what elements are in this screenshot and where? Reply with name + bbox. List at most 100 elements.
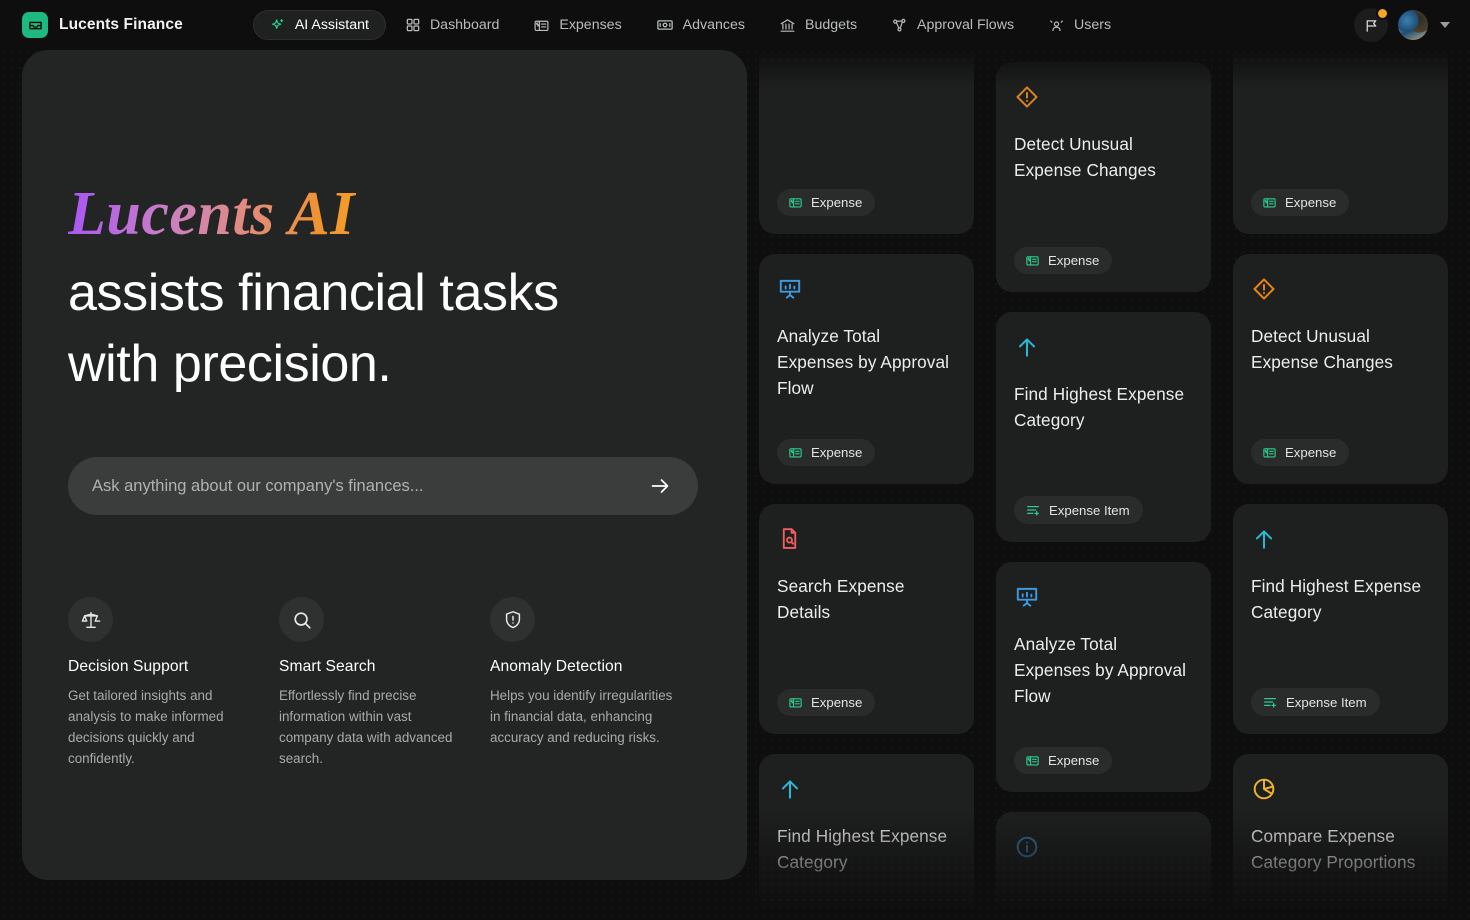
suggestion-card[interactable]: Find Highest Expense Category Expense It… — [1233, 504, 1448, 734]
feature-smart-search: Smart Search Effortlessly find precise i… — [279, 597, 490, 770]
badge-label: Expense — [811, 695, 863, 710]
alert-diamond-icon — [1251, 276, 1430, 302]
receipt-icon — [533, 17, 550, 34]
suggestion-cards-area: Expense Analyze Total Expenses by Approv… — [747, 50, 1470, 920]
receipt-icon — [1026, 256, 1039, 266]
nav-item-dashboard[interactable]: Dashboard — [390, 10, 514, 40]
status-badge: Expense — [1014, 247, 1113, 274]
hero-line-1: assists financial tasks — [68, 263, 559, 322]
feature-decision-support: Decision Support Get tailored insights a… — [68, 597, 279, 770]
topbar-actions — [1354, 7, 1456, 42]
app-root: Lucents Finance AI Assistant Dashboard E… — [0, 0, 1470, 920]
receipt-icon — [1026, 756, 1039, 766]
grid-icon — [405, 17, 421, 33]
search-input[interactable] — [92, 476, 644, 496]
alert-diamond-icon — [1014, 84, 1193, 110]
suggestion-card[interactable]: Analyze Total Expenses by Approval Flow … — [759, 254, 974, 484]
card-spacer — [777, 876, 956, 920]
suggestion-card[interactable] — [996, 812, 1211, 920]
sparkle-icon — [270, 17, 286, 33]
status-badge: Expense Item — [1014, 496, 1143, 524]
card-spacer — [1251, 876, 1430, 920]
shield-alert-icon — [490, 597, 535, 643]
notifications-button[interactable] — [1354, 7, 1389, 42]
card-icon — [777, 50, 956, 52]
suggestion-card[interactable]: Compare Expense Category Proportions — [1233, 754, 1448, 920]
receipt-icon — [789, 198, 802, 208]
nav-item-ai-assistant[interactable]: AI Assistant — [252, 10, 386, 40]
suggestion-card[interactable]: Detect Unusual Expense Changes Expense — [996, 62, 1211, 292]
suggestion-card[interactable]: Expense — [1233, 50, 1448, 234]
feature-description: Effortlessly find precise information wi… — [279, 688, 453, 766]
presentation-chart-icon — [1014, 584, 1193, 610]
top-navigation-bar: Lucents Finance AI Assistant Dashboard E… — [0, 0, 1470, 50]
card-spacer — [777, 401, 956, 439]
hero-brand-text: Lucents AI — [68, 172, 701, 258]
suggestion-card[interactable]: Find Highest Expense Category Expense It… — [996, 312, 1211, 542]
card-spacer — [1014, 882, 1193, 920]
banknote-icon — [656, 16, 674, 34]
card-title: Find Highest Expense Category — [1014, 384, 1185, 430]
badge-label: Expense Item — [1286, 694, 1367, 710]
nav-item-users[interactable]: Users — [1033, 10, 1126, 41]
receipt-icon — [789, 698, 802, 708]
card-title: Analyze Total Expenses by Approval Flow — [1014, 634, 1187, 706]
page-title: Lucents AI assists financial tasks with … — [68, 172, 701, 401]
receipt-icon — [789, 448, 802, 458]
status-badge: Expense — [777, 689, 876, 716]
nav-label: Dashboard — [429, 17, 500, 33]
feature-description: Helps you identify irregularities in fin… — [490, 688, 673, 745]
file-search-icon — [777, 526, 956, 552]
suggestion-column-1: Expense Analyze Total Expenses by Approv… — [759, 50, 974, 920]
suggestion-card[interactable]: Search Expense Details Expense — [759, 504, 974, 734]
card-spacer — [1014, 709, 1193, 747]
card-icon — [1251, 50, 1430, 52]
search-icon — [279, 597, 324, 643]
nav-label: Users — [1074, 17, 1112, 33]
nav-item-advances[interactable]: Advances — [641, 9, 760, 41]
presentation-chart-icon — [777, 276, 956, 302]
receipt-icon — [1263, 448, 1276, 458]
suggestion-card[interactable]: Detect Unusual Expense Changes Expense — [1233, 254, 1448, 484]
hero-line-2: with precision. — [68, 335, 392, 394]
suggestion-columns: Expense Analyze Total Expenses by Approv… — [759, 50, 1470, 920]
card-title: Detect Unusual Expense Changes — [1251, 326, 1393, 372]
nav-item-budgets[interactable]: Budgets — [764, 10, 872, 41]
nav-label: Budgets — [804, 17, 858, 33]
badge-label: Expense — [1285, 445, 1337, 460]
feature-anomaly-detection: Anomaly Detection Helps you identify irr… — [490, 597, 701, 770]
badge-label: Expense — [811, 195, 863, 210]
avatar[interactable] — [1398, 10, 1428, 40]
card-spacer — [1014, 184, 1193, 247]
nav-label: Approval Flows — [917, 17, 1015, 33]
card-title: Search Expense Details — [777, 576, 905, 622]
feature-title: Anomaly Detection — [490, 658, 623, 676]
ai-search-bar[interactable] — [68, 457, 698, 516]
arrow-right-icon — [651, 479, 669, 493]
nav-item-approval-flows[interactable]: Approval Flows — [876, 10, 1029, 41]
suggestion-card[interactable]: Expense — [759, 50, 974, 234]
suggestion-card[interactable]: Find Highest Expense Category — [759, 754, 974, 920]
card-spacer — [777, 626, 956, 689]
main-content: Lucents AI assists financial tasks with … — [0, 50, 1470, 920]
badge-label: Expense — [1048, 253, 1100, 268]
card-title: Find Highest Expense Category — [1251, 576, 1422, 622]
brand-name: Lucents Finance — [59, 16, 183, 33]
bank-icon — [779, 17, 796, 34]
brand[interactable]: Lucents Finance — [22, 12, 183, 38]
suggestion-card[interactable]: Analyze Total Expenses by Approval Flow … — [996, 562, 1211, 792]
status-badge: Expense — [1014, 747, 1113, 774]
badge-label: Expense — [1048, 753, 1100, 768]
card-spacer — [777, 74, 956, 189]
card-title: Analyze Total Expenses by Approval Flow — [777, 326, 950, 398]
chevron-down-icon[interactable] — [1440, 22, 1450, 28]
notification-badge-dot — [1376, 7, 1389, 20]
nav-item-expenses[interactable]: Expenses — [518, 10, 636, 41]
feature-title: Decision Support — [68, 658, 189, 676]
submit-query-button[interactable] — [644, 470, 676, 502]
suggestion-column-3: Expense Detect Unusual Expense Changes E… — [1233, 50, 1448, 920]
status-badge: Expense — [1251, 439, 1350, 466]
feature-description: Get tailored insights and analysis to ma… — [68, 688, 224, 766]
feature-list: Decision Support Get tailored insights a… — [68, 597, 701, 770]
card-spacer — [1251, 626, 1430, 688]
